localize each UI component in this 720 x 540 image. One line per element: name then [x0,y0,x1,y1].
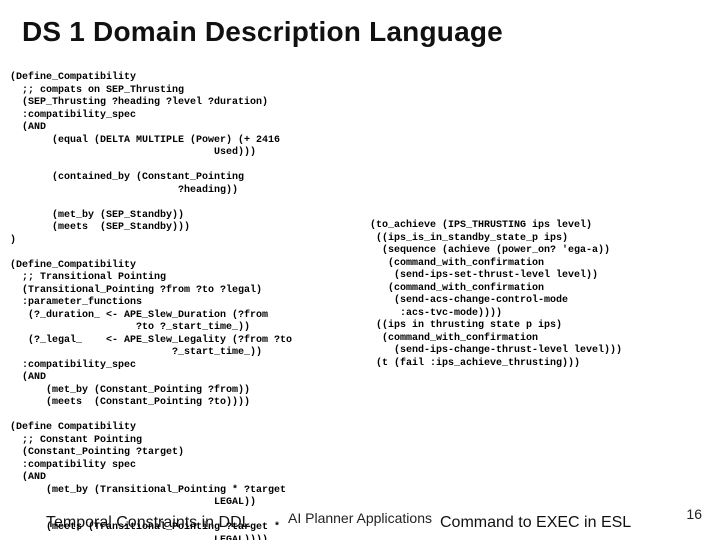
slide: DS 1 Domain Description Language (Define… [0,0,720,540]
code-right-esl: (to_achieve (IPS_THRUSTING ips level) ((… [370,220,710,370]
footer-left-label: Temporal Constraints in DDL [46,514,251,532]
page-number: 16 [686,506,702,522]
footer-right-label: Command to EXEC in ESL [440,514,631,532]
slide-title: DS 1 Domain Description Language [22,16,503,48]
code-left-ddl: (Define_Compatibility ;; compats on SEP_… [10,72,380,540]
